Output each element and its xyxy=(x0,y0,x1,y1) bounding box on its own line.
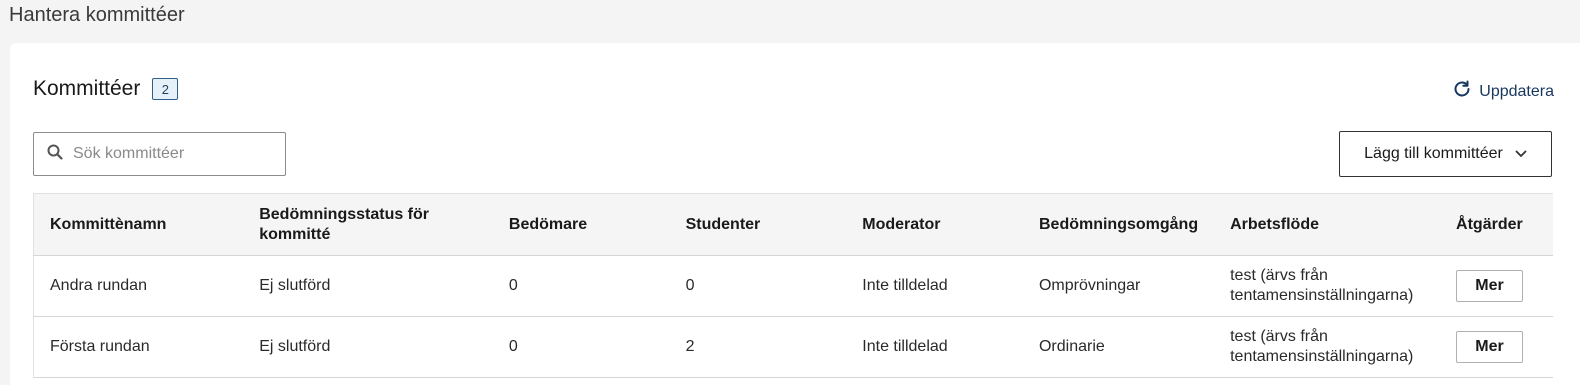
cell-workflow: test (ärvs från tentamensinställningarna… xyxy=(1230,328,1414,365)
table-header-row: Kommittènamn Bedömningsstatus för kommit… xyxy=(33,193,1553,256)
cell-graders: 0 xyxy=(508,277,518,294)
column-header-workflow[interactable]: Arbetsflöde xyxy=(1214,193,1441,256)
table-row: Första rundan Ej slutförd 0 2 Inte tilld… xyxy=(33,316,1553,378)
search-icon xyxy=(47,144,63,165)
refresh-icon xyxy=(1452,79,1479,104)
column-header-students[interactable]: Studenter xyxy=(669,193,847,256)
search-input[interactable] xyxy=(73,145,263,163)
cell-workflow: test (ärvs från tentamensinställningarna… xyxy=(1230,267,1414,304)
refresh-label: Uppdatera xyxy=(1479,82,1554,100)
column-header-status[interactable]: Bedömningsstatus för kommitté xyxy=(243,193,493,256)
more-button[interactable]: Mer xyxy=(1456,270,1524,302)
column-header-actions: Åtgärder xyxy=(1440,193,1553,256)
cell-students: 0 xyxy=(685,277,695,294)
chevron-down-icon xyxy=(1503,145,1527,163)
column-header-name[interactable]: Kommittènamn xyxy=(33,193,244,256)
committees-panel: Kommittéer 2 Uppdatera Lägg till kommitt… xyxy=(10,43,1580,385)
column-header-moderator[interactable]: Moderator xyxy=(846,193,1023,256)
add-committees-button[interactable]: Lägg till kommittéer xyxy=(1339,131,1552,177)
cell-status: Ej slutförd xyxy=(259,277,331,294)
cell-name: Andra rundan xyxy=(33,255,244,317)
search-field[interactable] xyxy=(33,132,286,176)
cell-moderator: Inte tilldelad xyxy=(862,277,948,294)
cell-round: Omprövningar xyxy=(1038,277,1141,294)
cell-round: Ordinarie xyxy=(1038,338,1105,355)
page-title: Hantera kommittéer xyxy=(9,4,185,26)
cell-actions: Mer xyxy=(1440,317,1553,378)
more-button[interactable]: Mer xyxy=(1456,331,1524,363)
cell-graders: 0 xyxy=(508,338,518,355)
count-badge: 2 xyxy=(152,78,179,100)
cell-status: Ej slutförd xyxy=(259,338,331,355)
panel-title: Kommittéer xyxy=(33,77,141,100)
committees-table: Kommittènamn Bedömningsstatus för kommit… xyxy=(33,193,1553,378)
refresh-button[interactable]: Uppdatera xyxy=(1452,79,1554,104)
panel-header: Kommittéer 2 xyxy=(33,77,179,101)
cell-students: 2 xyxy=(685,338,695,355)
cell-name: Första rundan xyxy=(33,316,244,378)
add-committees-label: Lägg till kommittéer xyxy=(1364,145,1503,162)
cell-actions: Mer xyxy=(1440,256,1553,317)
cell-moderator: Inte tilldelad xyxy=(862,338,948,355)
column-header-graders[interactable]: Bedömare xyxy=(492,193,670,256)
table-row: Andra rundan Ej slutförd 0 0 Inte tillde… xyxy=(33,255,1553,317)
column-header-round[interactable]: Bedömningsomgång xyxy=(1022,193,1215,256)
